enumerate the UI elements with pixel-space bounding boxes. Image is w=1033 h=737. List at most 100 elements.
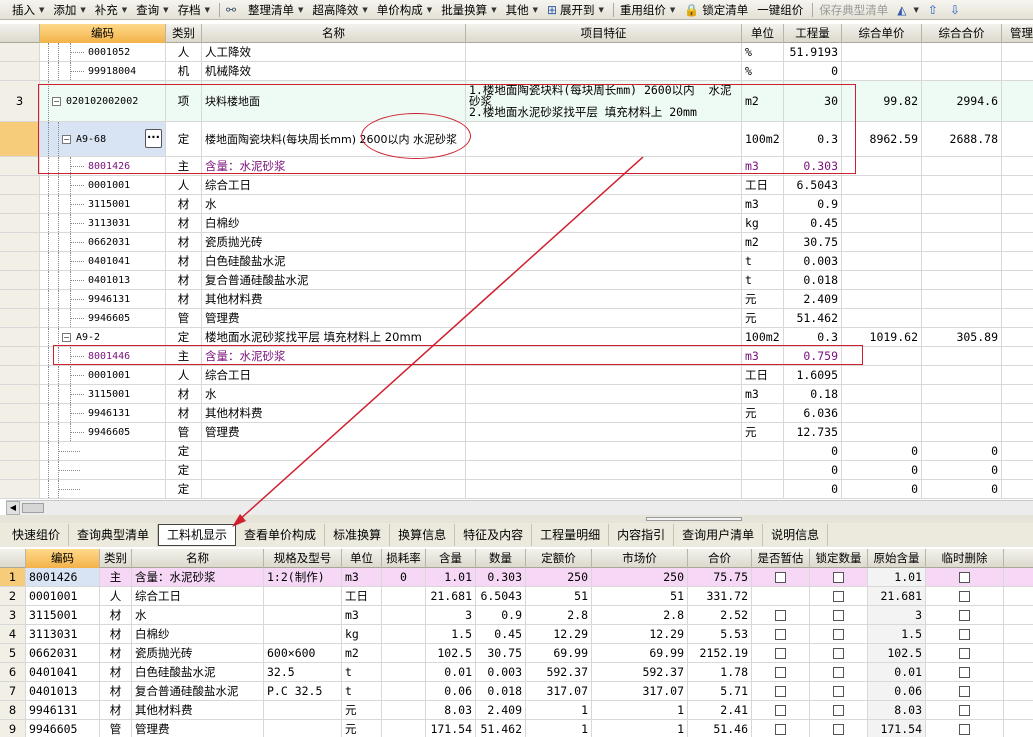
row-number[interactable]: [0, 62, 40, 80]
cell-unit[interactable]: m3: [342, 606, 382, 624]
toolbar-item9-button[interactable]: 批量换算 ▼: [441, 2, 496, 18]
column-header[interactable]: 编码: [40, 24, 166, 43]
total-price-cell[interactable]: [922, 404, 1002, 422]
cell-spec[interactable]: P.C 32.5: [264, 682, 342, 700]
unit-price-cell[interactable]: [842, 423, 922, 441]
feature-cell[interactable]: [466, 385, 742, 403]
checkbox-lock[interactable]: [833, 647, 844, 659]
quantity-cell[interactable]: 0.003: [784, 252, 842, 270]
toolbar-item2-button[interactable]: 补充 ▼: [95, 2, 127, 18]
cell-n[interactable]: 6: [0, 663, 26, 681]
management-cell[interactable]: [1002, 252, 1033, 270]
table-row[interactable]: 6 0401041 材白色硅酸盐水泥 32.5 t 0.01 0.003 592.37 592.…: [0, 663, 1033, 682]
total-price-cell[interactable]: 2688.78: [922, 122, 1002, 156]
row-number[interactable]: [0, 214, 40, 232]
checkbox-del[interactable]: [959, 666, 970, 678]
tab-8[interactable]: 内容指引: [609, 524, 675, 546]
column-header[interactable]: 规格及型号: [264, 549, 342, 568]
table-row[interactable]: 9946605 管管理费 元 51.462: [0, 309, 1033, 328]
cell-quota[interactable]: 51: [526, 587, 592, 605]
unit-price-cell[interactable]: [842, 214, 922, 232]
total-price-cell[interactable]: [922, 309, 1002, 327]
table-row[interactable]: 0001001 人综合工日 工日 1.6095: [0, 366, 1033, 385]
cell-content[interactable]: 102.5: [426, 644, 476, 662]
cell-type[interactable]: 材: [100, 644, 132, 662]
unit-price-cell[interactable]: [842, 385, 922, 403]
tab-2[interactable]: 工料机显示: [158, 524, 237, 546]
unit-price-cell[interactable]: 1019.62: [842, 328, 922, 346]
cell-n[interactable]: 2: [0, 587, 26, 605]
feature-cell[interactable]: [466, 233, 742, 251]
total-price-cell[interactable]: 0: [922, 442, 1002, 460]
type-cell[interactable]: 材: [166, 252, 202, 270]
cell-loss[interactable]: [382, 625, 426, 643]
column-header[interactable]: [0, 549, 26, 568]
checkbox-lock[interactable]: [833, 723, 844, 735]
cell-unit[interactable]: m3: [342, 568, 382, 586]
checkbox-del[interactable]: [959, 590, 970, 602]
management-cell[interactable]: [1002, 290, 1033, 308]
feature-cell[interactable]: [466, 309, 742, 327]
name-cell[interactable]: 管理费: [202, 309, 466, 327]
total-price-cell[interactable]: [922, 366, 1002, 384]
total-price-cell[interactable]: [922, 62, 1002, 80]
horizontal-scrollbar[interactable]: ◀: [6, 500, 1033, 515]
cell-qty[interactable]: 51.462: [476, 720, 526, 737]
feature-cell[interactable]: [466, 366, 742, 384]
tab-3[interactable]: 查看单价构成: [236, 524, 326, 546]
cell-qty[interactable]: 0.303: [476, 568, 526, 586]
scroll-left-arrow-icon[interactable]: ◀: [6, 501, 20, 515]
column-header[interactable]: 定额价: [526, 549, 592, 568]
cell-spec[interactable]: [264, 701, 342, 719]
total-price-cell[interactable]: [922, 423, 1002, 441]
row-number[interactable]: [0, 461, 40, 479]
unit-price-cell[interactable]: [842, 404, 922, 422]
name-cell[interactable]: 复合普通硅酸盐水泥: [202, 271, 466, 289]
feature-cell[interactable]: [466, 328, 742, 346]
management-cell[interactable]: [1002, 309, 1033, 327]
row-number[interactable]: [0, 366, 40, 384]
total-price-cell[interactable]: [922, 43, 1002, 61]
type-cell[interactable]: 机: [166, 62, 202, 80]
checkbox-est[interactable]: [775, 685, 786, 697]
name-cell[interactable]: 白棉纱: [202, 214, 466, 232]
table-row[interactable]: 0401041 材白色硅酸盐水泥 t 0.003: [0, 252, 1033, 271]
checkbox-del[interactable]: [959, 628, 970, 640]
cell-unit[interactable]: t: [342, 682, 382, 700]
cell-qty[interactable]: 0.9: [476, 606, 526, 624]
cell-content[interactable]: 21.681: [426, 587, 476, 605]
quantity-cell[interactable]: 12.735: [784, 423, 842, 441]
feature-cell[interactable]: [466, 423, 742, 441]
unit-price-cell[interactable]: [842, 366, 922, 384]
table-row[interactable]: 3113031 材白棉纱 kg 0.45: [0, 214, 1033, 233]
table-row[interactable]: 4 3113031 材白棉纱 kg 1.5 0.45 12.29 12.29 5.53 1.5: [0, 625, 1033, 644]
cell-orig[interactable]: 3: [868, 606, 926, 624]
name-cell[interactable]: [202, 480, 466, 498]
column-header[interactable]: 单位: [342, 549, 382, 568]
type-cell[interactable]: 材: [166, 290, 202, 308]
management-cell[interactable]: [1002, 176, 1033, 194]
code-cell[interactable]: 9946605: [40, 423, 166, 441]
table-row[interactable]: 8 9946131 材其他材料费元 8.03 2.409 1 1 2.41 8.03: [0, 701, 1033, 720]
quantity-cell[interactable]: 6.036: [784, 404, 842, 422]
cell-loss[interactable]: [382, 606, 426, 624]
table-row[interactable]: 7 0401013 材复合普通硅酸盐水泥 P.C 32.5 t 0.06 0.018 317.…: [0, 682, 1033, 701]
toolbar-item6-button[interactable]: 整理清单 ▼: [248, 2, 303, 18]
tab-9[interactable]: 查询用户清单: [674, 524, 764, 546]
checkbox-lock[interactable]: [833, 628, 844, 640]
toolbar-tree-button[interactable]: ⊞ 展开到 ▼: [547, 2, 604, 18]
feature-cell[interactable]: [466, 404, 742, 422]
table-row[interactable]: 定000: [0, 461, 1033, 480]
management-cell[interactable]: [1002, 233, 1033, 251]
cell-code[interactable]: 3113031: [26, 625, 100, 643]
cell-loss[interactable]: [382, 663, 426, 681]
quantity-cell[interactable]: 51.462: [784, 309, 842, 327]
total-price-cell[interactable]: [922, 233, 1002, 251]
cell-loss[interactable]: [382, 701, 426, 719]
cell-total[interactable]: 75.75: [688, 568, 752, 586]
cell-quota[interactable]: 1: [526, 701, 592, 719]
cell-qty[interactable]: 0.018: [476, 682, 526, 700]
total-price-cell[interactable]: [922, 347, 1002, 365]
management-cell[interactable]: [1002, 122, 1033, 156]
checkbox-est[interactable]: [775, 628, 786, 640]
